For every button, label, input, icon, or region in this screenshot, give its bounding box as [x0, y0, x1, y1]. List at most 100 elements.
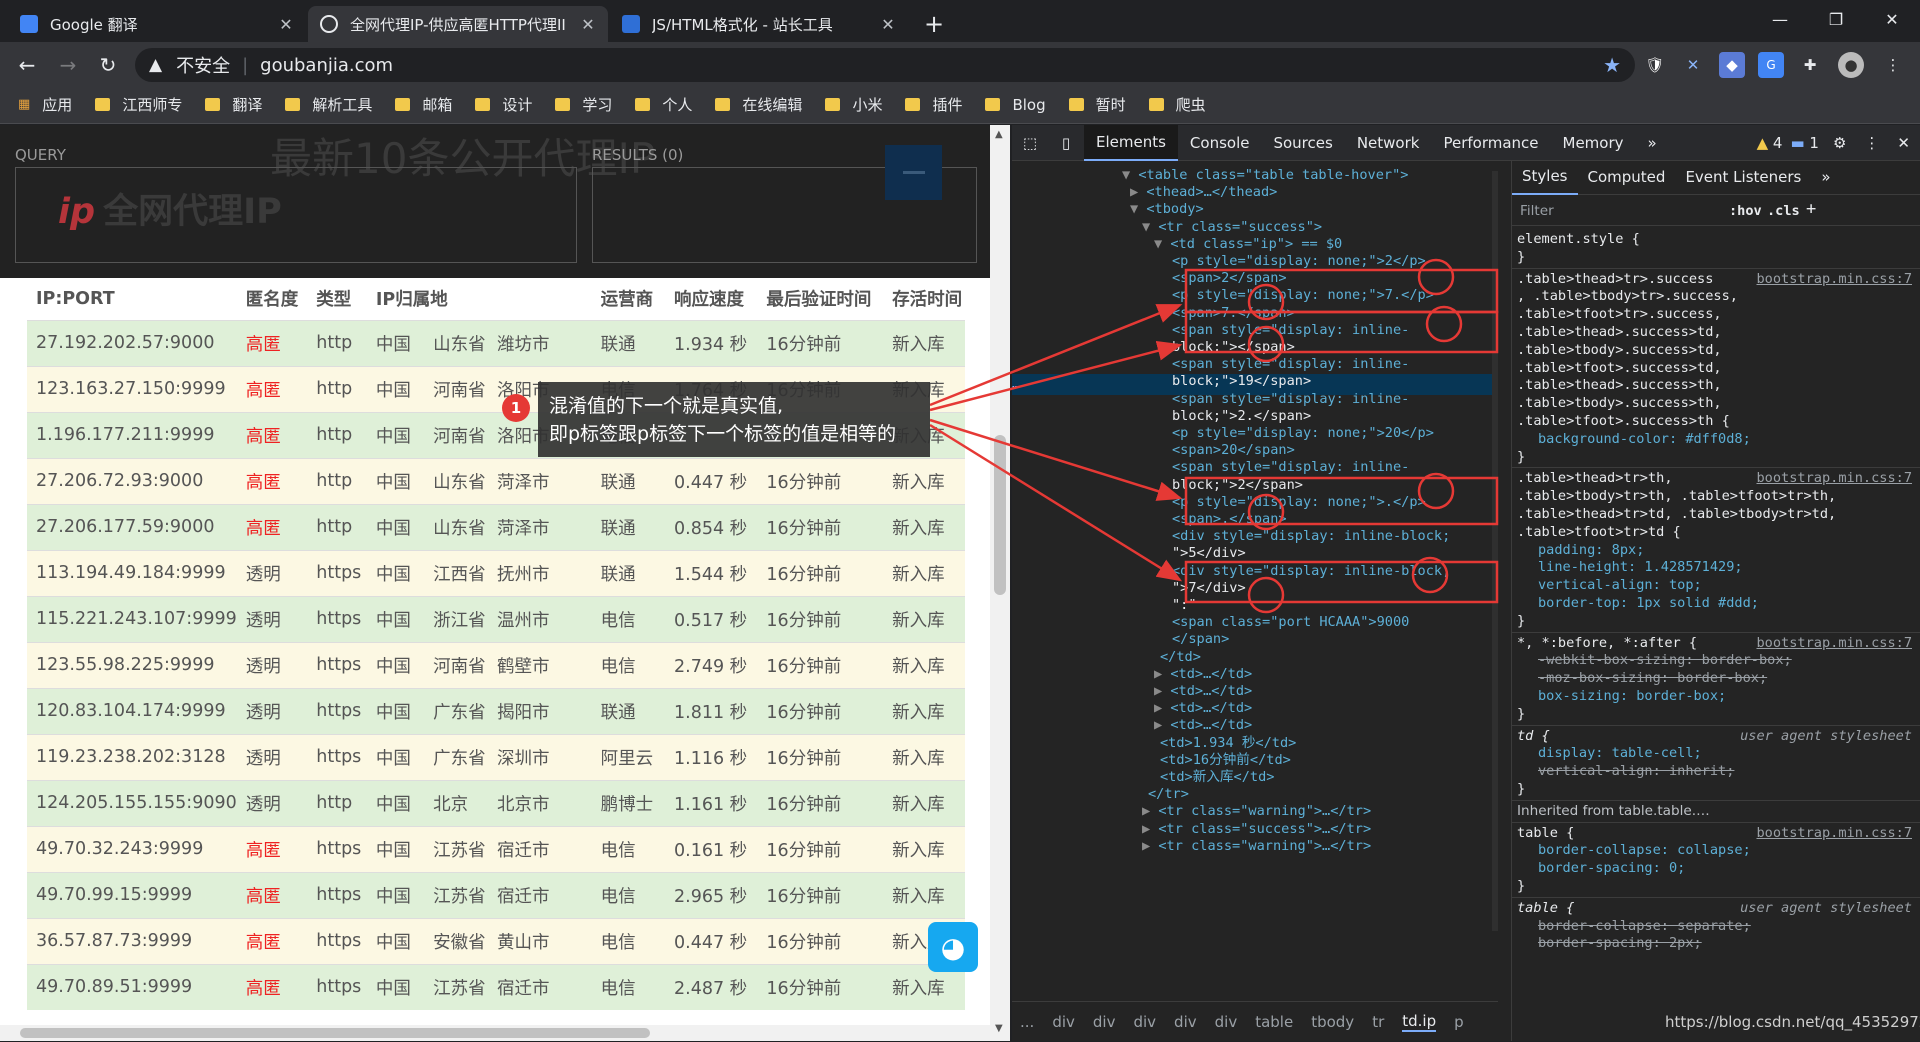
css-selector[interactable]: .table>tfoot>.success>td,	[1517, 360, 1722, 378]
css-declaration[interactable]: display: table-cell;	[1538, 745, 1702, 763]
stylesheet-source-link[interactable]: bootstrap.min.css:7	[1757, 825, 1913, 843]
close-icon[interactable]: ✕	[580, 15, 596, 34]
css-selector[interactable]: }	[1517, 449, 1525, 467]
tab-memory[interactable]: Memory	[1551, 125, 1636, 161]
expanded-triangle-icon[interactable]: ▼	[1142, 219, 1158, 235]
styles-filter-input[interactable]: Filter	[1520, 203, 1720, 223]
collapsed-triangle-icon[interactable]: ▶	[1142, 821, 1158, 837]
address-bar[interactable]: ▲ 不安全 | goubanjia.com ★	[135, 48, 1635, 82]
css-selector[interactable]: *, *:before, *:after {	[1517, 635, 1697, 653]
browser-tab-proxy[interactable]: 全网代理IP-供应高匿HTTP代理II ✕	[308, 6, 608, 42]
css-declaration[interactable]: padding: 8px;	[1538, 542, 1644, 560]
css-declaration[interactable]: -moz-box-sizing: border-box;	[1538, 670, 1767, 688]
collapsed-triangle-icon[interactable]: ▶	[1154, 717, 1170, 733]
scrollbar-thumb[interactable]	[994, 435, 1006, 595]
window-close-icon[interactable]: ✕	[1864, 0, 1920, 38]
breadcrumb-item[interactable]: div	[1052, 1013, 1075, 1031]
css-selector[interactable]: .table>thead>tr>.success	[1517, 271, 1713, 289]
breadcrumb-item[interactable]: td.ip	[1402, 1012, 1437, 1032]
browser-tab-js-format[interactable]: JS/HTML格式化 - 站长工具 ✕	[610, 6, 908, 42]
bookmark-folder[interactable]: 插件	[905, 94, 962, 115]
cls-toggle[interactable]: .cls	[1767, 203, 1800, 221]
collapsed-triangle-icon[interactable]: ▶	[1154, 666, 1170, 682]
add-rule-icon[interactable]: +	[1806, 200, 1816, 219]
more-tabs-icon[interactable]: »	[1636, 125, 1669, 161]
bookmark-folder[interactable]: 暂时	[1068, 94, 1126, 115]
css-declaration[interactable]: vertical-align: top;	[1538, 577, 1702, 595]
css-declaration[interactable]: border-spacing: 0;	[1538, 860, 1685, 878]
gear-icon[interactable]: ⚙	[1823, 125, 1856, 161]
translate-extension-icon[interactable]: G	[1758, 52, 1784, 78]
messages-badge[interactable]: ▬ 1	[1786, 125, 1823, 161]
dom-scrollbar[interactable]	[1492, 171, 1498, 931]
css-selector[interactable]: .table>tbody>.success>td,	[1517, 342, 1722, 360]
css-declaration[interactable]: border-top: 1px solid #ddd;	[1538, 595, 1759, 613]
stylesheet-source-link[interactable]: bootstrap.min.css:7	[1757, 470, 1913, 488]
css-selector[interactable]: .table>thead>tr>td, .table>tbody>tr>td,	[1517, 506, 1836, 524]
css-selector[interactable]: table {	[1517, 900, 1574, 918]
ellipsis-icon[interactable]: …	[1012, 375, 1020, 396]
reload-icon[interactable]: ↻	[93, 50, 123, 80]
tab-performance[interactable]: Performance	[1431, 125, 1550, 161]
menu-toggle-button[interactable]	[885, 145, 942, 200]
new-tab-button[interactable]: +	[918, 6, 954, 42]
css-selector[interactable]: }	[1517, 613, 1525, 631]
device-toggle-icon[interactable]: ▯	[1048, 125, 1084, 161]
css-declaration[interactable]: border-collapse: separate;	[1538, 918, 1751, 936]
horizontal-scrollbar[interactable]	[0, 1025, 990, 1041]
breadcrumb-item[interactable]: div	[1093, 1013, 1116, 1031]
site-logo[interactable]: ip 全网代理IP	[58, 183, 282, 234]
tab-sources[interactable]: Sources	[1261, 125, 1344, 161]
breadcrumb-item[interactable]: div	[1215, 1013, 1238, 1031]
css-selector[interactable]: element.style {	[1517, 231, 1640, 249]
css-selector[interactable]: .table>tbody>.success>th,	[1517, 395, 1722, 413]
expanded-triangle-icon[interactable]: ▼	[1122, 167, 1138, 183]
stylesheet-source-link[interactable]: bootstrap.min.css:7	[1757, 635, 1913, 653]
css-declaration[interactable]: line-height: 1.428571429;	[1538, 559, 1743, 577]
css-selector[interactable]: .table>tfoot>tr>td {	[1517, 524, 1681, 542]
css-declaration[interactable]: box-sizing: border-box;	[1538, 688, 1726, 706]
forward-icon[interactable]: →	[53, 50, 83, 80]
bookmark-folder[interactable]: 设计	[475, 94, 532, 115]
more-tabs-icon[interactable]: »	[1811, 161, 1840, 195]
bookmark-folder[interactable]: 学习	[555, 94, 612, 115]
menu-icon[interactable]: ⋮	[1880, 52, 1906, 78]
bookmark-folder[interactable]: 解析工具	[285, 94, 372, 115]
css-selector[interactable]: }	[1517, 706, 1525, 724]
star-icon[interactable]: ★	[1603, 53, 1621, 77]
tab-computed[interactable]: Computed	[1578, 161, 1676, 195]
breadcrumb-item[interactable]: table	[1255, 1013, 1293, 1031]
bookmark-folder[interactable]: 江西师专	[95, 94, 182, 115]
css-selector[interactable]: .table>tbody>tr>th, .table>tfoot>tr>th,	[1517, 488, 1836, 506]
css-selector[interactable]: .table>thead>.success>td,	[1517, 324, 1722, 342]
css-selector[interactable]: table {	[1517, 825, 1574, 843]
x-extension-icon[interactable]: ✕	[1680, 52, 1706, 78]
kebab-menu-icon[interactable]: ⋮	[1856, 125, 1887, 161]
collapsed-triangle-icon[interactable]: ▶	[1154, 700, 1170, 716]
collapsed-triangle-icon[interactable]: ▶	[1142, 838, 1158, 854]
warnings-badge[interactable]: ▲ 4	[1753, 125, 1787, 161]
tab-console[interactable]: Console	[1178, 125, 1262, 161]
bookmark-folder[interactable]: 在线编辑	[715, 94, 802, 115]
css-selector[interactable]: }	[1517, 781, 1525, 799]
css-selector[interactable]: .table>tfoot>tr>.success,	[1517, 306, 1722, 324]
breadcrumb-item[interactable]: p	[1454, 1013, 1464, 1031]
bookmark-folder[interactable]: 爬虫	[1148, 94, 1206, 115]
css-declaration[interactable]: background-color: #dff0d8;	[1538, 431, 1751, 449]
avatar[interactable]: ●	[1838, 52, 1864, 78]
breadcrumb-item[interactable]: div	[1133, 1013, 1156, 1031]
bookmark-folder[interactable]: Blog	[985, 96, 1046, 114]
css-selector[interactable]: .table>tfoot>.success>th {	[1517, 413, 1730, 431]
breadcrumb-item[interactable]: div	[1174, 1013, 1197, 1031]
css-selector[interactable]: }	[1517, 249, 1525, 267]
css-selector[interactable]: .table>thead>tr>th,	[1517, 470, 1673, 488]
tab-network[interactable]: Network	[1345, 125, 1432, 161]
css-selector[interactable]: , .table>tbody>tr>.success,	[1517, 288, 1738, 306]
css-declaration[interactable]: vertical-align: inherit;	[1538, 763, 1734, 781]
css-selector[interactable]: td {	[1517, 728, 1550, 746]
bookmark-folder[interactable]: 邮箱	[395, 94, 452, 115]
bookmark-extension-icon[interactable]: ◆	[1719, 52, 1745, 78]
expanded-triangle-icon[interactable]: ▼	[1154, 236, 1170, 252]
bookmark-folder[interactable]: 个人	[635, 94, 692, 115]
css-selector[interactable]: }	[1517, 878, 1525, 896]
